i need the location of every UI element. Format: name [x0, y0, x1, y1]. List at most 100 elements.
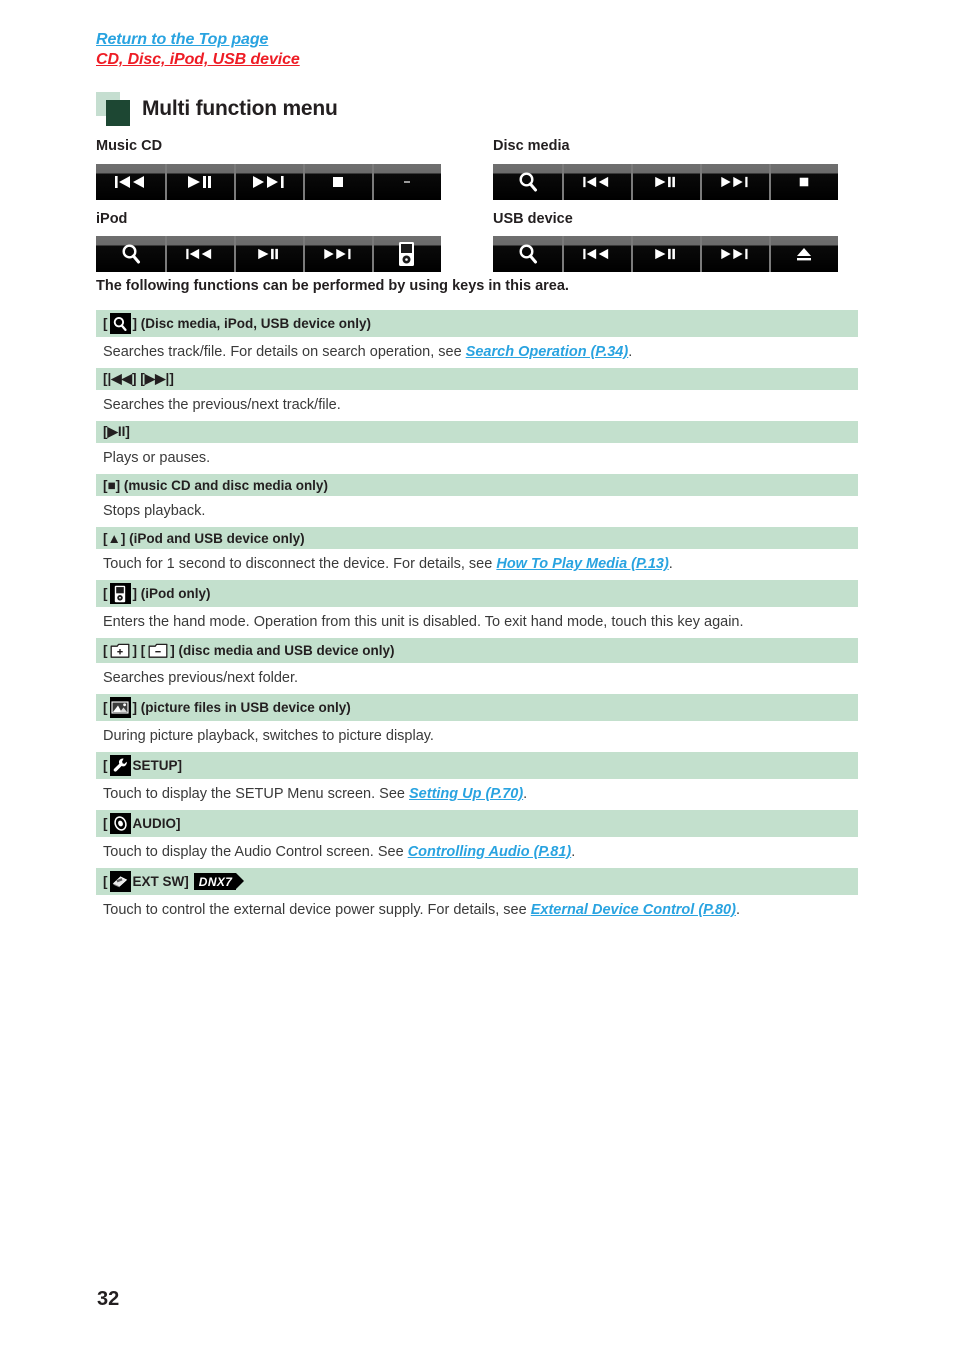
- row-head-prefix: [: [103, 700, 108, 715]
- blank-key[interactable]: [372, 164, 441, 200]
- function-key-table: [ ] (Disc media, iPod, USB device only) …: [96, 310, 858, 926]
- next-track-icon[interactable]: [700, 236, 769, 272]
- intro-text: The following functions can be performed…: [96, 278, 569, 294]
- prev-track-icon[interactable]: [562, 164, 631, 200]
- table-row-body: Touch for 1 second to disconnect the dev…: [96, 549, 858, 580]
- eject-icon[interactable]: [769, 236, 838, 272]
- row-body-text: Stops playback.: [103, 503, 206, 519]
- heading-square-mark-icon: [96, 92, 136, 126]
- next-track-icon[interactable]: [700, 164, 769, 200]
- search-icon[interactable]: [493, 164, 562, 200]
- table-row-body: Searches previous/next folder.: [96, 663, 858, 694]
- row-head-text: [■] (music CD and disc media only): [103, 477, 328, 493]
- breadcrumb-link[interactable]: CD, Disc, iPod, USB device: [96, 50, 300, 70]
- table-row-body: During picture playback, switches to pic…: [96, 721, 858, 752]
- table-row-head: [ EXT SW] DNX7: [96, 868, 858, 895]
- next-track-icon[interactable]: [234, 164, 303, 200]
- key-bar-music-cd: [96, 164, 441, 200]
- ipod-hand-mode-icon[interactable]: [372, 236, 441, 272]
- table-row-head: [ ] (Disc media, iPod, USB device only): [96, 310, 858, 337]
- row-head-prefix: [: [103, 816, 108, 831]
- dnx7-badge: DNX7: [193, 873, 244, 890]
- play-pause-icon[interactable]: [631, 164, 700, 200]
- ext-sw-icon: [109, 871, 131, 892]
- label-music-cd: Music CD: [96, 138, 163, 154]
- return-to-top-link[interactable]: Return to the Top page: [96, 30, 300, 50]
- prev-track-icon[interactable]: [96, 164, 165, 200]
- stop-icon[interactable]: [303, 164, 372, 200]
- play-pause-icon[interactable]: [234, 236, 303, 272]
- key-bar-ipod: [96, 236, 441, 272]
- row-body-tail: .: [523, 786, 528, 802]
- search-icon[interactable]: [493, 236, 562, 272]
- search-icon: [109, 313, 131, 334]
- row-head-text: [▶II]: [103, 424, 130, 439]
- row-head-suffix: EXT SW]: [132, 874, 189, 889]
- search-icon[interactable]: [96, 236, 165, 272]
- key-bar-usb-device: [493, 236, 838, 272]
- row-body-text: Touch for 1 second to disconnect the dev…: [103, 556, 497, 572]
- row-head-suffix: ] (picture files in USB device only): [132, 700, 351, 715]
- label-disc-media: Disc media: [493, 138, 570, 154]
- label-usb-device: USB device: [493, 211, 573, 227]
- prev-track-icon[interactable]: [562, 236, 631, 272]
- reference-link[interactable]: Setting Up (P.70): [409, 786, 523, 802]
- key-bar-disc-media: [493, 164, 838, 200]
- row-head-text: [▲] (iPod and USB device only): [103, 530, 305, 546]
- table-row-head: [ ] (iPod only): [96, 580, 858, 607]
- row-body-text: Touch to display the Audio Control scree…: [103, 844, 408, 860]
- row-head-suffix: ] (Disc media, iPod, USB device only): [132, 316, 372, 331]
- play-pause-icon[interactable]: [165, 164, 234, 200]
- row-body-tail: .: [668, 556, 673, 572]
- row-head-prefix: [: [103, 316, 108, 331]
- row-body-tail: .: [628, 344, 633, 360]
- folder-down-icon: [147, 641, 168, 660]
- row-head-suffix: SETUP]: [132, 758, 183, 773]
- table-row-body: Searches track/file. For details on sear…: [96, 337, 858, 368]
- table-row-body: Enters the hand mode. Operation from thi…: [96, 607, 858, 638]
- table-row-body: Stops playback.: [96, 496, 858, 527]
- row-body-text: Searches the previous/next track/file.: [103, 397, 341, 413]
- play-pause-icon[interactable]: [631, 236, 700, 272]
- row-body-text: During picture playback, switches to pic…: [103, 728, 434, 744]
- table-row-head: [ SETUP]: [96, 752, 858, 779]
- setup-wrench-icon: [109, 755, 131, 776]
- table-row-head: [ AUDIO]: [96, 810, 858, 837]
- reference-link[interactable]: Search Operation (P.34): [466, 344, 629, 360]
- prev-track-icon[interactable]: [165, 236, 234, 272]
- manual-page: Return to the Top page CD, Disc, iPod, U…: [0, 0, 954, 1354]
- row-head-text: [|◀◀] [▶▶|]: [103, 371, 174, 386]
- ipod-hand-mode-icon: [109, 583, 131, 604]
- row-body-text: Touch to display the SETUP Menu screen. …: [103, 786, 410, 802]
- row-body-text: Enters the hand mode. Operation from thi…: [103, 614, 744, 630]
- row-body-text: Plays or pauses.: [103, 450, 211, 466]
- table-row-head: [▲] (iPod and USB device only): [96, 527, 858, 549]
- row-body-text: Searches track/file. For details on sear…: [103, 344, 466, 360]
- table-row-body: Touch to control the external device pow…: [96, 895, 858, 926]
- table-row-head: [|◀◀] [▶▶|]: [96, 368, 858, 390]
- table-row-body: Plays or pauses.: [96, 443, 858, 474]
- table-row-head: [■] (music CD and disc media only): [96, 474, 858, 496]
- section-heading: Multi function menu: [96, 92, 338, 126]
- table-row-head: [ ] [ ] (disc media and USB device only): [96, 638, 858, 663]
- row-head-prefix: [: [103, 758, 108, 773]
- table-row-body: Touch to display the Audio Control scree…: [96, 837, 858, 868]
- row-head-suffix: ] (disc media and USB device only): [170, 643, 395, 658]
- row-body-text: Touch to control the external device pow…: [103, 902, 531, 918]
- stop-icon[interactable]: [769, 164, 838, 200]
- row-head-suffix: AUDIO]: [132, 816, 181, 831]
- reference-link[interactable]: Controlling Audio (P.81): [408, 844, 572, 860]
- label-ipod: iPod: [96, 211, 128, 227]
- picture-icon: [109, 697, 131, 718]
- reference-link[interactable]: How To Play Media (P.13): [496, 556, 668, 572]
- row-head-prefix: [: [103, 643, 108, 658]
- table-row-body: Searches the previous/next track/file.: [96, 390, 858, 421]
- row-body-tail: .: [735, 902, 740, 918]
- top-links: Return to the Top page CD, Disc, iPod, U…: [96, 30, 300, 70]
- row-body-tail: .: [571, 844, 576, 860]
- page-title: Multi function menu: [142, 97, 338, 120]
- row-head-prefix: [: [103, 586, 108, 601]
- row-head-suffix: ] (iPod only): [132, 586, 211, 601]
- next-track-icon[interactable]: [303, 236, 372, 272]
- reference-link[interactable]: External Device Control (P.80): [531, 902, 736, 918]
